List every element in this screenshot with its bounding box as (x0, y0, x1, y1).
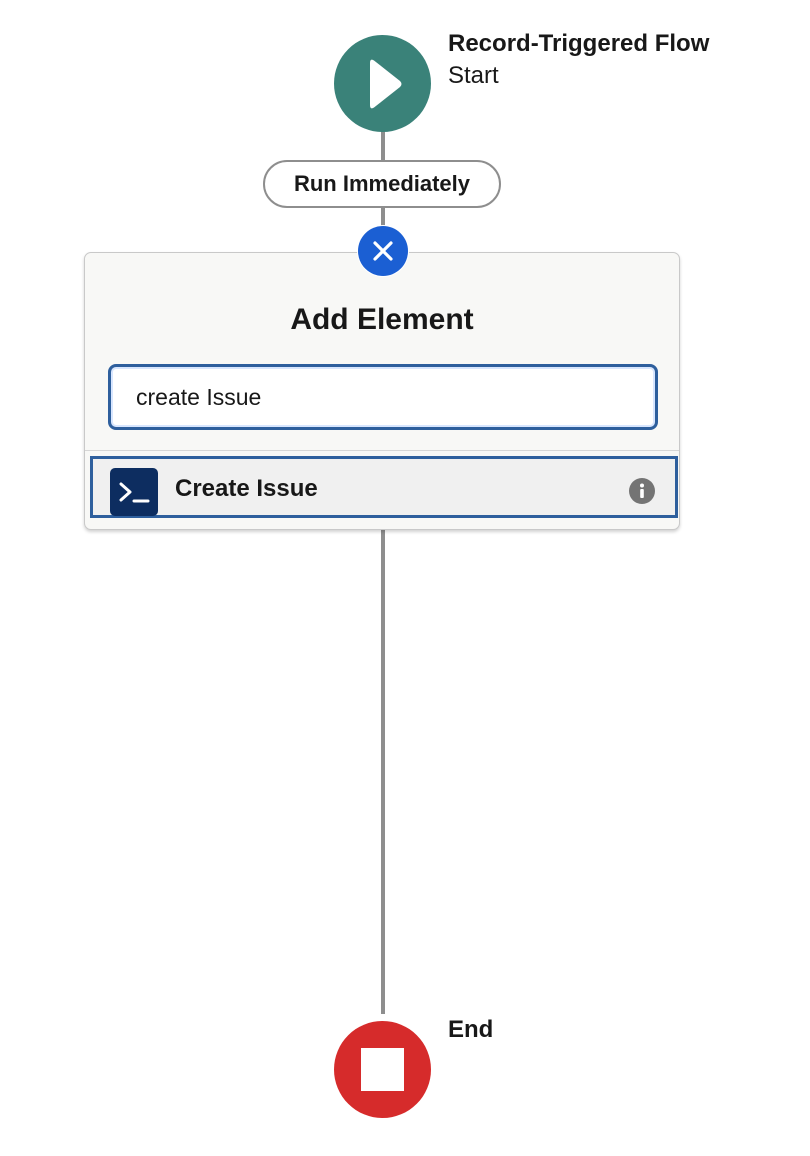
end-node[interactable] (334, 1021, 431, 1118)
panel-divider (85, 450, 679, 451)
close-add-element-button[interactable] (358, 226, 408, 276)
info-icon[interactable] (629, 478, 655, 504)
terminal-icon (110, 468, 158, 516)
result-item-create-issue[interactable]: Create Issue (90, 456, 678, 518)
play-icon (369, 59, 401, 108)
run-immediately-path[interactable]: Run Immediately (263, 160, 501, 208)
result-item-label: Create Issue (175, 475, 318, 502)
end-label: End (448, 1016, 494, 1043)
add-element-title: Add Element (290, 303, 474, 336)
connector-line-end (381, 530, 385, 1014)
start-title: Record-Triggered Flow (448, 30, 710, 57)
stop-icon (361, 1048, 404, 1091)
connector-line-start (381, 130, 385, 162)
add-element-panel: Add Element Create Issue (84, 252, 680, 530)
start-node[interactable] (334, 35, 431, 132)
element-search-input[interactable] (108, 364, 658, 430)
start-subtitle: Start (448, 62, 499, 89)
close-icon (373, 241, 393, 261)
